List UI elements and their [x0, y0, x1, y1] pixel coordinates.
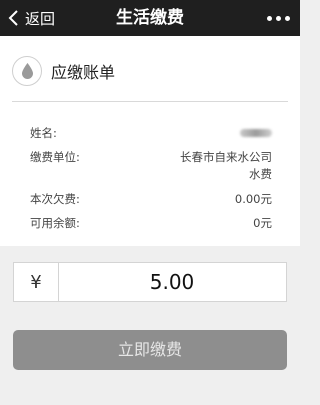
- bill-title: 应缴账单: [51, 63, 116, 82]
- arrears-label: 本次欠费:: [30, 192, 80, 206]
- page-title: 生活缴费: [116, 8, 184, 28]
- bill-card: 应缴账单 姓名: 缴费单位: 长春市自来水公司 水费 本次欠费: 0.00元 可…: [0, 36, 300, 246]
- more-dot: [276, 15, 281, 21]
- nav-bar: 返回 生活缴费: [0, 0, 300, 36]
- unit-label: 缴费单位:: [30, 150, 80, 164]
- name-label: 姓名:: [30, 126, 57, 140]
- pay-now-button[interactable]: 立即缴费: [13, 330, 287, 370]
- more-dot: [267, 15, 272, 21]
- arrears-value: 0.00元: [234, 192, 272, 206]
- bill-header: 应缴账单: [12, 56, 115, 86]
- water-drop-shape: [21, 63, 33, 79]
- unit-value: 长春市自来水公司 水费: [180, 149, 272, 183]
- unit-value-line1: 长春市自来水公司: [180, 150, 272, 164]
- currency-symbol: ¥: [14, 263, 59, 301]
- more-dot: [285, 15, 290, 21]
- name-value-redacted: [240, 125, 272, 142]
- amount-field[interactable]: ¥ 5.00: [13, 262, 287, 302]
- balance-label: 可用余额:: [30, 216, 80, 230]
- unit-value-line2: 水费: [249, 167, 272, 181]
- balance-value: 0元: [253, 216, 272, 230]
- water-drop-icon: [12, 56, 42, 86]
- divider: [12, 101, 288, 102]
- more-dots-icon[interactable]: [267, 0, 290, 36]
- amount-input[interactable]: 5.00: [58, 263, 286, 301]
